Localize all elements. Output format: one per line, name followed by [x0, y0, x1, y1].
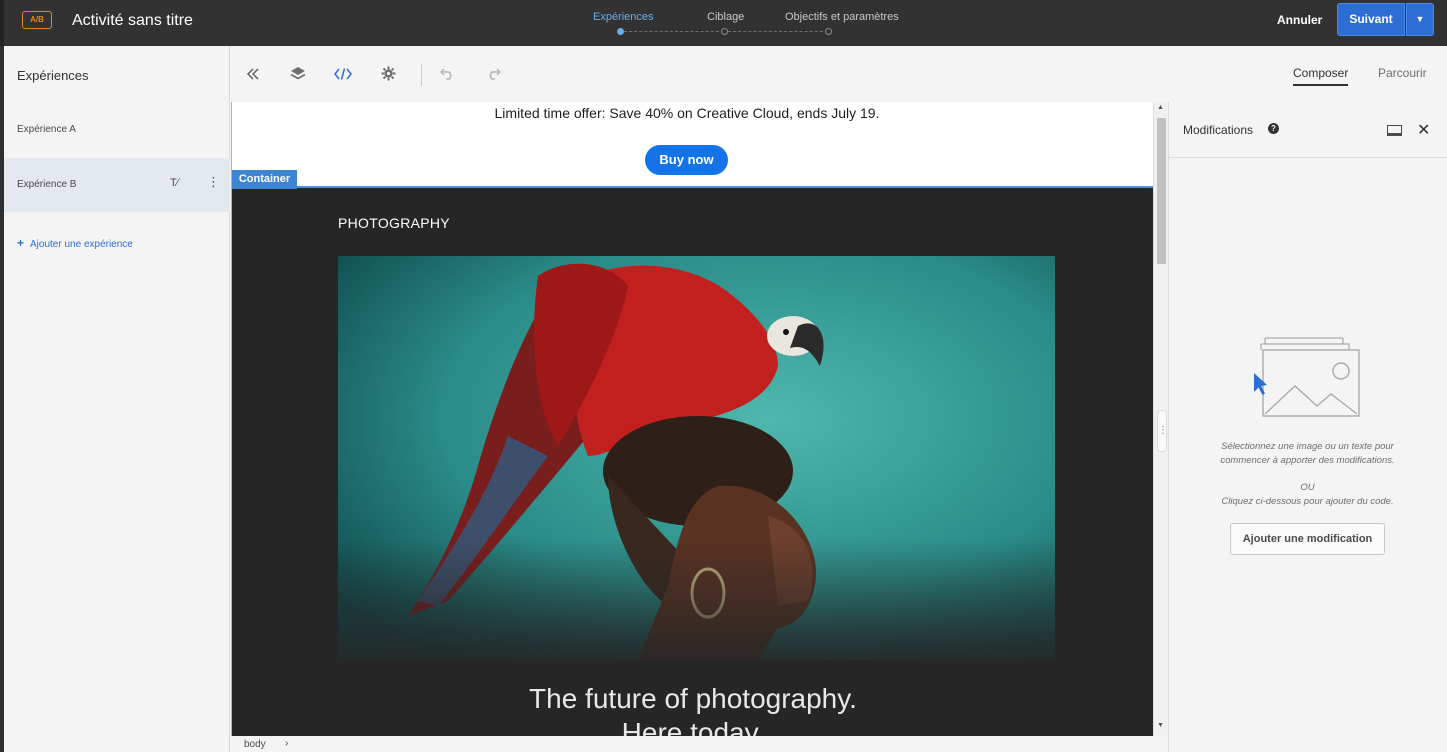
page-preview-canvas[interactable]: Limited time offer: Save 40% on Creative…	[231, 102, 1153, 736]
empty-state-message: Sélectionnez une image ou un texte pour …	[1220, 441, 1395, 466]
modifications-title: Modifications	[1183, 123, 1254, 137]
container-selection-tag: Container	[232, 170, 297, 189]
step-dot-experiences[interactable]	[617, 28, 624, 35]
step-goals-settings[interactable]: Objectifs et paramètres	[785, 11, 899, 23]
experiences-panel-title: Expériences	[17, 68, 89, 83]
next-button[interactable]: Suivant	[1337, 3, 1405, 36]
headline-line-2[interactable]: Here today.	[232, 716, 1153, 736]
experience-item-b[interactable]: Expérience B T∕ ⋮	[4, 158, 230, 212]
headline-line-1[interactable]: The future of photography.	[232, 682, 1153, 716]
promo-banner[interactable]: Limited time offer: Save 40% on Creative…	[232, 102, 1153, 188]
empty-state-or: OU	[1300, 482, 1315, 493]
step-experiences[interactable]: Expériences	[593, 11, 654, 23]
cancel-button[interactable]: Annuler	[1277, 13, 1322, 27]
next-dropdown-button[interactable]: ▼	[1406, 3, 1434, 36]
toolbar-divider	[421, 64, 422, 86]
experiences-panel: Expériences Expérience A Expérience B T∕…	[0, 46, 230, 752]
help-icon[interactable]: ?	[1268, 123, 1279, 134]
empty-state-code-message: Cliquez ci-dessous pour ajouter du code.	[1221, 496, 1394, 507]
plus-icon: +	[17, 236, 25, 250]
experience-label: Expérience A	[17, 124, 76, 135]
add-modification-button[interactable]: Ajouter une modification	[1230, 523, 1385, 555]
step-dot-goals[interactable]	[825, 28, 832, 35]
hero-image[interactable]	[338, 256, 1055, 660]
layers-icon[interactable]	[288, 66, 308, 84]
experience-item-a[interactable]: Expérience A	[4, 103, 230, 157]
scroll-thumb[interactable]	[1157, 118, 1166, 264]
add-experience-link[interactable]: + Ajouter une expérience	[17, 236, 133, 250]
modifications-header: Modifications ? ✕	[1169, 102, 1447, 158]
more-options-icon[interactable]: ⋮	[207, 175, 220, 188]
buy-now-button[interactable]: Buy now	[645, 145, 728, 175]
tab-browse[interactable]: Parcourir	[1378, 66, 1427, 80]
step-connector	[624, 31, 724, 32]
code-icon[interactable]	[333, 66, 353, 84]
activity-title[interactable]: Activité sans titre	[72, 12, 193, 30]
undo-icon[interactable]	[437, 66, 457, 84]
settings-icon[interactable]	[378, 66, 398, 84]
dom-breadcrumb-bar: body ›	[231, 736, 1168, 752]
section-label[interactable]: PHOTOGRAPHY	[338, 215, 450, 231]
modifications-panel: Modifications ? ✕ Sélectionnez une image…	[1168, 102, 1447, 752]
tab-compose[interactable]: Composer	[1293, 66, 1349, 86]
step-connector	[728, 31, 828, 32]
promo-text[interactable]: Limited time offer: Save 40% on Creative…	[232, 105, 1142, 121]
close-icon[interactable]: ✕	[1417, 120, 1430, 140]
breadcrumb-body[interactable]: body	[244, 739, 266, 750]
rename-icon[interactable]: T∕	[170, 177, 179, 189]
hero-headline[interactable]: The future of photography. Here today.	[232, 682, 1153, 736]
editor-toolbar: Composer Parcourir	[231, 46, 1447, 102]
experience-label: Expérience B	[17, 179, 77, 190]
step-dot-targeting[interactable]	[721, 28, 728, 35]
scroll-up-arrow-icon[interactable]: ▲	[1157, 104, 1164, 111]
add-experience-label: Ajouter une expérience	[30, 239, 133, 250]
screen-view-icon[interactable]	[1387, 125, 1402, 136]
ab-activity-badge: A/B	[22, 11, 52, 29]
step-targeting[interactable]: Ciblage	[707, 11, 744, 23]
workflow-steps: Expériences Ciblage Objectifs et paramèt…	[584, 0, 904, 46]
redo-icon[interactable]	[483, 66, 503, 84]
top-header: A/B Activité sans titre Expériences Cibl…	[0, 0, 1447, 46]
chevron-down-icon: ▼	[1415, 14, 1425, 24]
empty-state-illustration-icon	[1251, 334, 1363, 423]
panel-resize-handle[interactable]: ⋮	[1157, 410, 1168, 452]
chevron-right-icon[interactable]: ›	[285, 738, 288, 749]
scroll-down-arrow-icon[interactable]: ▼	[1157, 722, 1164, 729]
collapse-icon[interactable]	[243, 66, 263, 84]
